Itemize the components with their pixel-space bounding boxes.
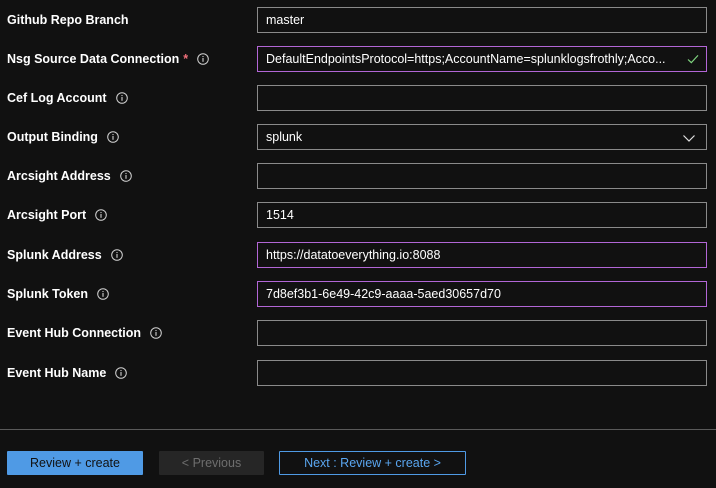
form-row-arcsight-address: Arcsight Address (0, 163, 716, 189)
form-row-splunk-token: Splunk Token (0, 281, 716, 307)
label-text: Event Hub Name (7, 366, 107, 380)
info-circle-icon[interactable] (150, 327, 162, 339)
previous-button[interactable]: < Previous (159, 451, 264, 475)
info-circle-icon[interactable] (107, 131, 119, 143)
label-arcsight-port: Arcsight Port (7, 202, 107, 228)
splunk-address-input[interactable] (257, 242, 707, 268)
cef-log-account-input[interactable] (257, 85, 707, 111)
info-circle-icon[interactable] (97, 288, 109, 300)
info-circle-icon[interactable] (110, 249, 123, 261)
info-circle-icon[interactable] (115, 367, 128, 379)
form-row-event-hub-connection: Event Hub Connection (0, 320, 716, 346)
form-row-nsg-source-data-connection: Nsg Source Data Connection * (0, 46, 716, 72)
label-text: Splunk Address (7, 248, 102, 262)
nsg-source-data-connection-input[interactable] (257, 46, 707, 72)
arcsight-address-input[interactable] (257, 163, 707, 189)
form-row-github-repo-branch: Github Repo Branch (0, 7, 716, 33)
label-text: Event Hub Connection (7, 326, 142, 340)
arcsight-port-input[interactable] (257, 202, 707, 228)
info-circle-icon[interactable] (95, 209, 107, 221)
label-text: Nsg Source Data Connection (7, 52, 180, 66)
label-github-repo-branch: Github Repo Branch (7, 7, 129, 33)
label-text: Github Repo Branch (7, 13, 129, 27)
info-circle-icon[interactable] (119, 170, 132, 182)
label-text: Arcsight Address (7, 169, 111, 183)
form-row-cef-log-account: Cef Log Account (0, 85, 716, 111)
label-text: Cef Log Account (7, 91, 107, 105)
review-create-button[interactable]: Review + create (7, 451, 143, 475)
info-circle-icon[interactable] (197, 53, 209, 65)
label-cef-log-account: Cef Log Account (7, 85, 128, 111)
settings-form: Github Repo Branch Nsg Source Data Conne… (0, 0, 716, 430)
label-arcsight-address: Arcsight Address (7, 163, 132, 189)
checkmark-icon (687, 54, 699, 64)
label-splunk-token: Splunk Token (7, 281, 109, 307)
splunk-token-input[interactable] (257, 281, 707, 307)
event-hub-connection-input[interactable] (257, 320, 707, 346)
label-text: Arcsight Port (7, 208, 87, 222)
event-hub-name-input[interactable] (257, 360, 707, 386)
form-row-splunk-address: Splunk Address (0, 242, 716, 268)
info-circle-icon[interactable] (115, 92, 128, 104)
form-row-output-binding: Output Binding splunk (0, 124, 716, 150)
nsg-source-data-connection-field (257, 46, 707, 72)
github-repo-branch-input[interactable] (257, 7, 707, 33)
next-review-create-button[interactable]: Next : Review + create > (279, 451, 466, 475)
form-row-event-hub-name: Event Hub Name (0, 360, 716, 386)
label-text: Output Binding (7, 130, 98, 144)
footer-divider (0, 429, 716, 430)
required-asterisk: * (183, 52, 189, 66)
output-binding-select[interactable]: splunk (257, 124, 707, 150)
label-splunk-address: Splunk Address (7, 242, 123, 268)
form-row-arcsight-port: Arcsight Port (0, 202, 716, 228)
label-event-hub-connection: Event Hub Connection (7, 320, 162, 346)
output-binding-selected-value: splunk (266, 130, 303, 144)
label-nsg-source-data-connection: Nsg Source Data Connection * (7, 46, 209, 72)
label-text: Splunk Token (7, 287, 89, 301)
label-output-binding: Output Binding (7, 124, 119, 150)
chevron-down-icon[interactable] (682, 131, 696, 145)
label-event-hub-name: Event Hub Name (7, 360, 128, 386)
